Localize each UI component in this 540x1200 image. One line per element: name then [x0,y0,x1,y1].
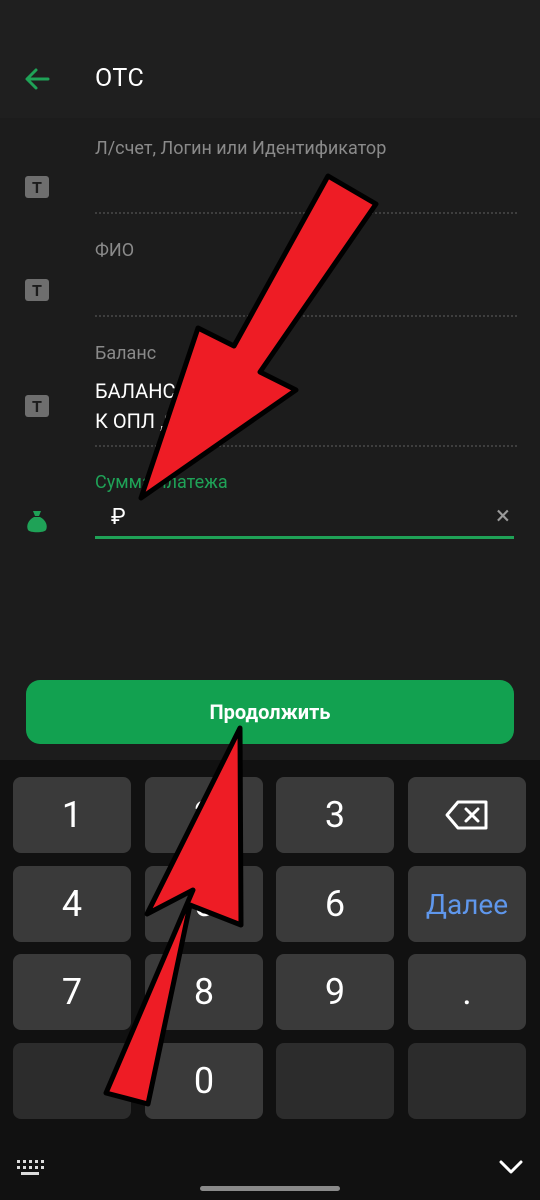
form-content [0,118,540,760]
field-divider [95,445,517,447]
backspace-icon [445,800,488,830]
amount-field-underline [95,536,514,539]
back-arrow-icon [25,68,50,90]
continue-button[interactable]: Продолжить [26,680,514,744]
key-6[interactable]: 6 [276,866,394,942]
clear-icon[interactable]: × [490,503,516,529]
keyboard-icon[interactable] [16,1158,44,1178]
balance-field-value-line2: К ОПЛ ,00 РУБ [95,409,230,433]
amount-field-label: Сумма платежа [95,472,228,493]
text-field-icon: T [25,176,49,198]
key-0[interactable]: 0 [145,1043,263,1119]
field-divider [95,315,517,317]
key-8[interactable]: 8 [145,954,263,1030]
key-4[interactable]: 4 [13,866,131,942]
status-bar [0,0,540,40]
chevron-down-icon[interactable] [498,1158,524,1176]
key-1[interactable]: 1 [13,777,131,853]
key-dot[interactable]: . [408,954,526,1030]
home-indicator [200,1186,340,1191]
text-field-icon: T [25,279,49,301]
key-2[interactable]: 2 [145,777,263,853]
balance-field-label: Баланс [95,343,157,364]
back-button[interactable] [20,64,54,94]
balance-field-value-line1: БАЛАНС: РУБ. [95,379,229,403]
page-title: ОТС [95,64,145,93]
key-5[interactable]: 5 [145,866,263,942]
keyboard-bottom-bar [0,1140,540,1200]
key-9[interactable]: 9 [276,954,394,1030]
name-field-label: ФИО [95,240,135,261]
key-empty [13,1043,131,1119]
next-key[interactable]: Далее [408,866,526,942]
text-field-icon: T [25,395,49,417]
app-bar: ОТС [0,40,540,118]
key-7[interactable]: 7 [13,954,131,1030]
key-empty [276,1043,394,1119]
amount-input[interactable]: ₽ [95,500,491,536]
key-empty [408,1043,526,1119]
money-bag-icon [24,508,50,534]
backspace-key[interactable] [408,777,526,853]
key-3[interactable]: 3 [276,777,394,853]
account-field-label: Л/счет, Логин или Идентификатор [95,138,387,159]
field-divider [95,212,517,214]
